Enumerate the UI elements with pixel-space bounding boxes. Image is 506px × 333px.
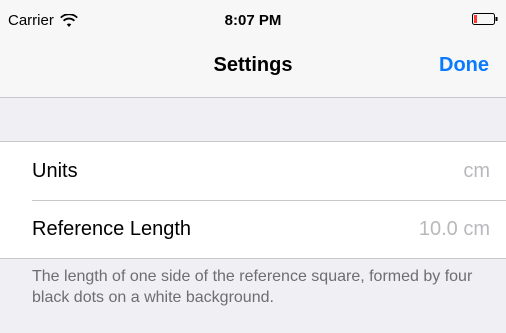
reference-length-label: Reference Length (32, 217, 192, 240)
status-bar: Carrier 8:07 PM (0, 0, 506, 40)
units-value: cm (463, 159, 490, 182)
reference-length-row[interactable]: Reference Length 10.0 cm (0, 200, 506, 258)
navigation-bar: Settings Done (0, 40, 506, 98)
battery-icon (472, 13, 498, 25)
units-row[interactable]: Units cm (0, 142, 506, 200)
page-title: Settings (213, 54, 293, 76)
settings-screen: Carrier 8:07 PM Settings Done Units cm R… (0, 0, 506, 333)
done-button[interactable]: Done (439, 54, 489, 77)
units-label: Units (32, 159, 78, 182)
status-time: 8:07 PM (224, 12, 282, 29)
section-footer-note: The length of one side of the reference … (32, 268, 473, 306)
settings-group: Units cm Reference Length 10.0 cm (0, 141, 506, 259)
reference-length-value: 10.0 cm (418, 217, 490, 240)
